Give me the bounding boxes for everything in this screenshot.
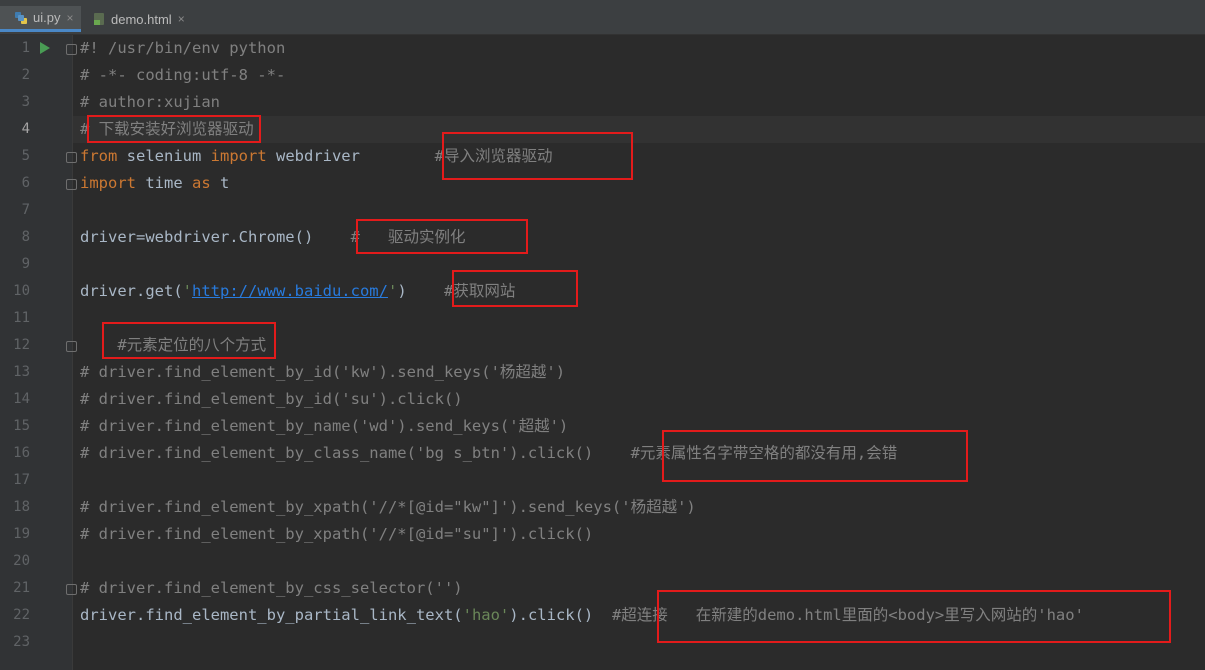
html-file-icon — [94, 13, 104, 25]
code-token: t — [210, 174, 230, 192]
code-text: # driver.find_element_by_id('kw').send_k… — [80, 359, 565, 386]
code-token: # author:xujian — [80, 93, 220, 111]
line-number: 3 — [21, 94, 30, 110]
tab-label: ui.py — [33, 10, 61, 25]
code-line[interactable]: # -*- coding:utf-8 -*- — [73, 62, 1205, 89]
line-number: 14 — [13, 391, 30, 407]
code-token: # driver.find_element_by_css_selector(''… — [80, 579, 463, 597]
line-number: 23 — [13, 634, 30, 650]
annotation-box — [662, 430, 968, 482]
code-token: as — [192, 174, 211, 192]
code-line[interactable] — [73, 197, 1205, 224]
code-text: # driver.find_element_by_xpath('//*[@id=… — [80, 521, 593, 548]
code-token: #! /usr/bin/env python — [80, 39, 286, 57]
line-number: 21 — [13, 580, 30, 596]
code-line[interactable]: # driver.find_element_by_id('su').click(… — [73, 386, 1205, 413]
code-line[interactable] — [73, 467, 1205, 494]
code-token: ).click() — [509, 606, 612, 624]
code-line[interactable]: # driver.find_element_by_id('kw').send_k… — [73, 359, 1205, 386]
code-token: ' — [387, 282, 398, 300]
code-line[interactable]: driver.get('http://www.baidu.com/') #获取网… — [73, 278, 1205, 305]
line-number: 2 — [21, 67, 30, 83]
code-token: ' — [182, 282, 192, 300]
code-text: # driver.find_element_by_xpath('//*[@id=… — [80, 494, 696, 521]
code-text: # driver.find_element_by_name('wd').send… — [80, 413, 568, 440]
annotation-box — [356, 219, 528, 254]
annotation-box — [442, 132, 633, 180]
line-number: 19 — [13, 526, 30, 542]
code-line[interactable]: # driver.find_element_by_xpath('//*[@id=… — [73, 521, 1205, 548]
annotation-box — [657, 590, 1171, 643]
fold-icon[interactable] — [66, 584, 77, 595]
close-icon[interactable]: × — [178, 12, 185, 26]
line-number: 10 — [13, 283, 30, 299]
line-number: 1 — [21, 40, 30, 56]
fold-icon[interactable] — [66, 152, 77, 163]
annotation-box — [452, 270, 578, 307]
code-token: webdriver — [266, 147, 435, 165]
code-line[interactable]: # author:xujian — [73, 89, 1205, 116]
annotation-box — [102, 322, 276, 359]
code-token: # driver.find_element_by_xpath('//*[@id=… — [80, 498, 696, 516]
line-number: 18 — [13, 499, 30, 515]
code-token: import — [210, 147, 267, 165]
code-token: # driver.find_element_by_id('kw').send_k… — [80, 363, 566, 381]
annotation-box — [87, 115, 261, 143]
code-token: # driver.find_element_by_id('su').click(… — [80, 390, 463, 408]
line-number: 7 — [21, 202, 30, 218]
code-line[interactable]: from selenium import webdriver #导入浏览器驱动 — [73, 143, 1205, 170]
code-text: driver.get('http://www.baidu.com/') #获取网… — [80, 278, 515, 305]
tab-ui-py[interactable]: ui.py × — [0, 6, 82, 32]
code-line[interactable]: # driver.find_element_by_class_name('bg … — [73, 440, 1205, 467]
line-number: 12 — [13, 337, 30, 353]
code-text: # -*- coding:utf-8 -*- — [80, 62, 285, 89]
line-number: 5 — [21, 148, 30, 164]
code-token: 'hao' — [462, 606, 510, 624]
code-line[interactable]: # driver.find_element_by_name('wd').send… — [73, 413, 1205, 440]
line-number: 8 — [21, 229, 30, 245]
code-token: time — [136, 174, 192, 192]
line-number: 15 — [13, 418, 30, 434]
code-token: ) — [397, 282, 444, 300]
code-text: #! /usr/bin/env python — [80, 35, 285, 62]
fold-icon[interactable] — [66, 341, 77, 352]
fold-icon[interactable] — [66, 179, 77, 190]
line-number: 20 — [13, 553, 30, 569]
code-text: # driver.find_element_by_css_selector(''… — [80, 575, 463, 602]
code-line[interactable] — [73, 548, 1205, 575]
code-text: import time as t — [80, 170, 229, 197]
code-token: # driver.find_element_by_name('wd').send… — [80, 417, 569, 435]
code-line[interactable]: #! /usr/bin/env python — [73, 35, 1205, 62]
code-line[interactable]: # driver.find_element_by_xpath('//*[@id=… — [73, 494, 1205, 521]
line-number: 11 — [13, 310, 30, 326]
code-token: selenium — [117, 147, 211, 165]
tab-demo-html[interactable]: demo.html × — [88, 6, 193, 32]
code-token: driver.get( — [80, 282, 183, 300]
run-icon[interactable] — [40, 42, 50, 54]
code-line[interactable] — [73, 251, 1205, 278]
code-line[interactable]: import time as t — [73, 170, 1205, 197]
line-number: 9 — [21, 256, 30, 272]
line-number: 13 — [13, 364, 30, 380]
editor-tab-bar: ui.py × demo.html × — [0, 0, 1205, 35]
code-token: http://www.baidu.com/ — [192, 282, 388, 300]
line-number: 6 — [21, 175, 30, 191]
code-token: driver=webdriver.Chrome() — [80, 228, 351, 246]
code-text: # driver.find_element_by_id('su').click(… — [80, 386, 463, 413]
line-number: 16 — [13, 445, 30, 461]
line-number: 17 — [13, 472, 30, 488]
code-token: from — [80, 147, 118, 165]
close-icon[interactable]: × — [66, 11, 73, 25]
code-token: # -*- coding:utf-8 -*- — [80, 66, 286, 84]
fold-icon[interactable] — [66, 44, 77, 55]
code-token: # driver.find_element_by_xpath('//*[@id=… — [80, 525, 594, 543]
code-token: driver.find_element_by_partial_link_text… — [80, 606, 463, 624]
code-line[interactable]: driver=webdriver.Chrome() # 驱动实例化 — [73, 224, 1205, 251]
code-text: # author:xujian — [80, 89, 220, 116]
python-file-icon — [15, 11, 27, 24]
line-number: 4 — [21, 121, 30, 137]
line-number: 22 — [13, 607, 30, 623]
tab-label: demo.html — [111, 11, 172, 27]
code-token: import — [80, 174, 136, 192]
